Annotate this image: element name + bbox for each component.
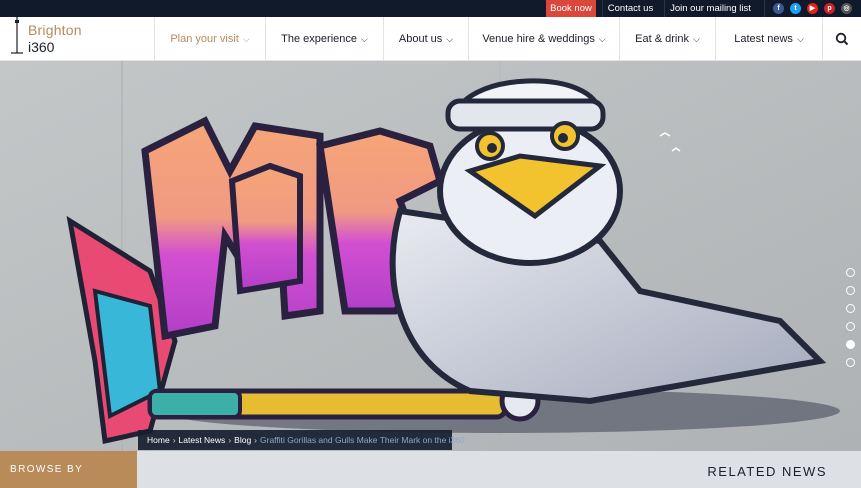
search-button[interactable] (822, 17, 861, 61)
breadcrumb-separator: › (254, 435, 258, 445)
breadcrumb-blog[interactable]: Blog (234, 435, 251, 445)
chevron-down-icon: ⌵ (446, 34, 454, 44)
related-news-section: RELATED NEWS (137, 451, 861, 488)
i360-tower-icon (11, 17, 23, 54)
nav-label: Venue hire & weddings (482, 33, 595, 45)
top-utility-bar: Book now Contact us Join our mailing lis… (0, 0, 861, 17)
breadcrumb-latest-news[interactable]: Latest News (179, 435, 226, 445)
breadcrumb-separator: › (172, 435, 176, 445)
slider-dot[interactable] (846, 286, 855, 295)
browse-by-label: BROWSE BY (10, 464, 84, 475)
slider-dot-active[interactable] (846, 340, 855, 349)
nav-label: The experience (281, 33, 357, 45)
main-navigation: Brighton i360 Plan your visit ⌵ The exper… (0, 17, 861, 61)
breadcrumb-current: Graffiti Gorillas and Gulls Make Their M… (260, 435, 465, 445)
browse-by-button[interactable]: BROWSE BY (0, 451, 137, 488)
logo-text-i360: i360 (28, 39, 55, 55)
chevron-down-icon: ⌵ (796, 34, 804, 44)
slider-dot[interactable] (846, 268, 855, 277)
nav-about-us[interactable]: About us ⌵ (383, 17, 468, 61)
mailing-list-link[interactable]: Join our mailing list (664, 0, 756, 17)
nav-plan-your-visit[interactable]: Plan your visit ⌵ (154, 17, 265, 61)
breadcrumb: Home › Latest News › Blog › Graffiti Gorillas … (138, 430, 465, 450)
logo-text-brighton: Brighton (28, 22, 82, 38)
chevron-down-icon: ⌵ (242, 34, 250, 44)
slider-dot[interactable] (846, 358, 855, 367)
site-logo[interactable]: Brighton i360 (8, 17, 148, 61)
youtube-icon[interactable]: ▶ (807, 3, 818, 14)
instagram-icon[interactable]: ◎ (841, 3, 852, 14)
nav-label: Plan your visit (170, 33, 239, 45)
slider-dot[interactable] (846, 304, 855, 313)
search-icon (835, 32, 849, 46)
chevron-down-icon: ⌵ (598, 34, 606, 44)
hero-image (0, 61, 861, 451)
twitter-icon[interactable]: t (790, 3, 801, 14)
nav-label: Latest news (734, 33, 793, 45)
nav-eat-drink[interactable]: Eat & drink ⌵ (619, 17, 715, 61)
nav-venue-hire-weddings[interactable]: Venue hire & weddings ⌵ (468, 17, 619, 61)
nav-label: Eat & drink (635, 33, 689, 45)
nav-label: About us (398, 33, 443, 45)
related-news-heading: RELATED NEWS (707, 464, 827, 479)
pinterest-icon[interactable]: p (824, 3, 835, 14)
facebook-icon[interactable]: f (773, 3, 784, 14)
graffiti-mural-image (0, 61, 861, 451)
slider-dot[interactable] (846, 322, 855, 331)
book-now-button[interactable]: Book now (546, 0, 596, 17)
nav-latest-news[interactable]: Latest news ⌵ (715, 17, 822, 61)
contact-us-link[interactable]: Contact us (602, 0, 658, 17)
social-links: f t ▶ p ◎ (764, 0, 861, 17)
breadcrumb-home[interactable]: Home (147, 435, 170, 445)
breadcrumb-separator: › (228, 435, 232, 445)
nav-the-experience[interactable]: The experience ⌵ (265, 17, 383, 61)
chevron-down-icon: ⌵ (361, 34, 368, 44)
chevron-down-icon: ⌵ (692, 34, 700, 44)
